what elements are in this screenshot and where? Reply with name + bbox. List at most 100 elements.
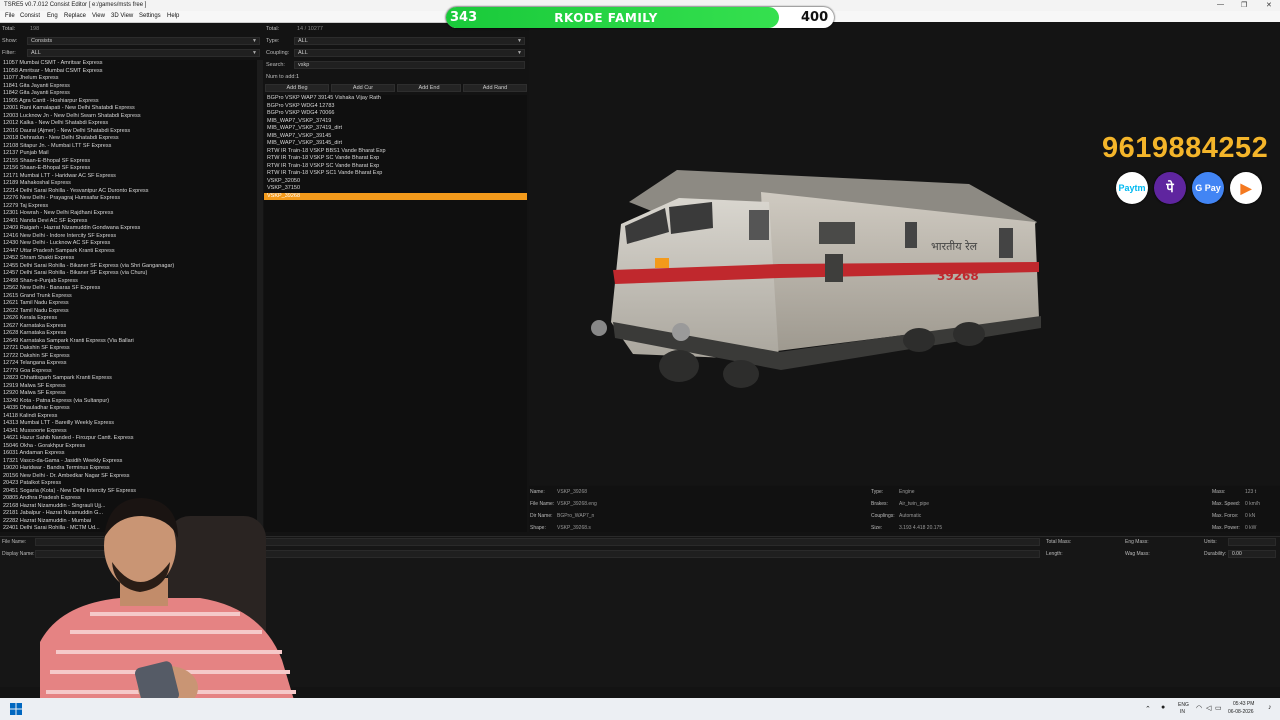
- consist-list-item[interactable]: 11077 Jhelum Express: [0, 75, 257, 83]
- consist-list-item[interactable]: 12823 Chhattisgarh Sampark Kranti Expres…: [0, 375, 257, 383]
- coupling-select[interactable]: ALL ▼: [294, 49, 525, 57]
- consist-list-item[interactable]: 12722 Dakshin SF Express: [0, 353, 257, 361]
- consist-list[interactable]: 11057 Mumbai CSMT - Amritsar Express 1105…: [0, 60, 257, 532]
- maximize-button[interactable]: ❐: [1241, 1, 1247, 9]
- consist-list-item[interactable]: 12155 Shaan-E-Bhopal SF Express: [0, 158, 257, 166]
- consist-list-item[interactable]: 12498 Shan-e-Punjab Express: [0, 278, 257, 286]
- filter-select[interactable]: ALL ▼: [27, 49, 260, 57]
- consist-list-item[interactable]: 12018 Dehradun - New Delhi Shatabdi Expr…: [0, 135, 257, 143]
- menu-eng[interactable]: Eng: [47, 13, 58, 19]
- menu-3d-view[interactable]: 3D View: [111, 13, 133, 19]
- engine-list-item[interactable]: MIB_WAP7_VSKP_39145_dirt: [264, 140, 527, 148]
- engine-list-item[interactable]: RTW IR Train-18 VSKP SC Vande Bharat Exp: [264, 163, 527, 171]
- engine-list-item[interactable]: RTW IR Train-18 VSKP BBS1 Vande Bharat E…: [264, 148, 527, 156]
- wifi-icon[interactable]: ◠: [1196, 704, 1202, 712]
- show-select[interactable]: Consists ▼: [27, 37, 260, 45]
- consist-list-scrollbar[interactable]: [257, 60, 263, 532]
- consist-list-item[interactable]: 13240 Kota - Patna Express (via Sultanpu…: [0, 398, 257, 406]
- consist-list-item[interactable]: 12562 New Delhi - Banaras SF Express: [0, 285, 257, 293]
- consist-list-item[interactable]: 12615 Grand Trunk Express: [0, 293, 257, 301]
- consist-list-item[interactable]: 14313 Mumbai LTT - Bareilly Weekly Expre…: [0, 420, 257, 428]
- type-select[interactable]: ALL ▼: [294, 37, 525, 45]
- engine-list-item[interactable]: VSKP_32050: [264, 178, 527, 186]
- engine-list-item[interactable]: BGPro VSKP WDG4 12783: [264, 103, 527, 111]
- consist-list-item[interactable]: 12628 Karnataka Express: [0, 330, 257, 338]
- engine-list-item[interactable]: MIB_WAP7_VSKP_37419: [264, 118, 527, 126]
- consist-list-item[interactable]: 14118 Kalindi Express: [0, 413, 257, 421]
- consist-list-item[interactable]: 12455 Delhi Sarai Rohilla - Bikaner SF E…: [0, 263, 257, 271]
- consist-list-item[interactable]: 12016 Daurai (Ajmer) - New Delhi Shatabd…: [0, 128, 257, 136]
- consist-list-item[interactable]: 20156 New Delhi - Dr. Ambedkar Nagar SF …: [0, 473, 257, 481]
- volume-icon[interactable]: ◁: [1206, 704, 1211, 712]
- add-beg-button[interactable]: Add Beg: [265, 84, 329, 92]
- consist-list-item[interactable]: 12627 Karnataka Express: [0, 323, 257, 331]
- consist-list-item[interactable]: 12276 New Delhi - Prayagraj Humsafar Exp…: [0, 195, 257, 203]
- engine-list[interactable]: BGPro VSKP WAP7 39145 Vishaka Vijay Rath…: [264, 95, 527, 532]
- durability-field[interactable]: 0.00: [1228, 550, 1276, 558]
- clock-date[interactable]: 06-08-2026: [1228, 709, 1254, 715]
- consist-list-item[interactable]: 17321 Vasco-da-Gama - Jasidih Weekly Exp…: [0, 458, 257, 466]
- consist-list-item[interactable]: 12919 Malwa SF Express: [0, 383, 257, 391]
- close-button[interactable]: ✕: [1266, 1, 1272, 9]
- consist-list-item[interactable]: 15046 Okha - Gorakhpur Express: [0, 443, 257, 451]
- consist-list-item[interactable]: 12724 Telangana Express: [0, 360, 257, 368]
- consist-list-item[interactable]: 12626 Kerala Express: [0, 315, 257, 323]
- add-rand-button[interactable]: Add Rand: [463, 84, 527, 92]
- consist-list-item[interactable]: 12779 Goa Express: [0, 368, 257, 376]
- menu-view[interactable]: View: [92, 13, 105, 19]
- consist-list-item[interactable]: 12920 Malwa SF Express: [0, 390, 257, 398]
- consist-list-item[interactable]: 12156 Shaan-E-Bhopal SF Express: [0, 165, 257, 173]
- consist-list-item[interactable]: 12649 Karnataka Sampark Kranti Express (…: [0, 338, 257, 346]
- consist-list-item[interactable]: 12401 Nanda Devi AC SF Express: [0, 218, 257, 226]
- consist-list-item[interactable]: 12409 Raigarh - Hazrat Nizamuddin Gondwa…: [0, 225, 257, 233]
- battery-icon[interactable]: ▭: [1215, 704, 1222, 712]
- engine-list-item[interactable]: RTW IR Train-18 VSKP SC1 Vande Bharat Ex…: [264, 170, 527, 178]
- engine-list-item[interactable]: VSKP_37150: [264, 185, 527, 193]
- consist-list-item[interactable]: 14621 Hazur Sahib Nanded - Firozpur Cant…: [0, 435, 257, 443]
- consist-list-item[interactable]: 11842 Gita Jayanti Express: [0, 90, 257, 98]
- consist-list-item[interactable]: 11905 Agra Cantt - Hoshiarpur Express: [0, 98, 257, 106]
- consist-list-item[interactable]: 19020 Haridwar - Bandra Terminus Express: [0, 465, 257, 473]
- microphone-icon[interactable]: ●: [1161, 704, 1165, 711]
- engine-list-item[interactable]: BGPro VSKP WDG4 70066: [264, 110, 527, 118]
- consist-list-item[interactable]: 12416 New Delhi - Indore Intercity SF Ex…: [0, 233, 257, 241]
- menu-replace[interactable]: Replace: [64, 13, 86, 19]
- consist-list-item[interactable]: 14341 Mussoorie Express: [0, 428, 257, 436]
- chevron-up-icon[interactable]: ⌃: [1145, 705, 1151, 713]
- windows-start-icon[interactable]: [10, 703, 22, 715]
- consist-list-item[interactable]: 12171 Mumbai LTT - Haridwar AC SF Expres…: [0, 173, 257, 181]
- consist-list-item[interactable]: 12447 Uttar Pradesh Sampark Kranti Expre…: [0, 248, 257, 256]
- consist-list-item[interactable]: 12430 New Delhi - Lucknow AC SF Express: [0, 240, 257, 248]
- menu-help[interactable]: Help: [167, 13, 179, 19]
- menu-settings[interactable]: Settings: [139, 13, 161, 19]
- 3d-viewport[interactable]: 39268 भारतीय रेल: [529, 22, 1280, 485]
- search-input[interactable]: vskp: [294, 61, 525, 69]
- consist-list-item[interactable]: 12452 Shram Shakti Express: [0, 255, 257, 263]
- num-add-input[interactable]: 1: [296, 74, 299, 80]
- consist-list-item[interactable]: 12012 Kalka - New Delhi Shatabdi Express: [0, 120, 257, 128]
- consist-list-item[interactable]: 11841 Gita Jayanti Express: [0, 83, 257, 91]
- consist-list-item[interactable]: 12108 Sitapur Jn. - Mumbai LTT SF Expres…: [0, 143, 257, 151]
- menu-consist[interactable]: Consist: [20, 13, 40, 19]
- consist-list-item[interactable]: 12622 Tamil Nadu Express: [0, 308, 257, 316]
- consist-list-item[interactable]: 20423 Patalkot Express: [0, 480, 257, 488]
- consist-list-item[interactable]: 12137 Punjab Mail: [0, 150, 257, 158]
- clock-time[interactable]: 05:43 PM: [1233, 701, 1254, 707]
- consist-list-item[interactable]: 12003 Lucknow Jn - New Delhi Swarn Shata…: [0, 113, 257, 121]
- consist-list-item[interactable]: 12214 Delhi Sarai Rohilla - Yesvantpur A…: [0, 188, 257, 196]
- consist-list-item[interactable]: 12301 Howrah - New Delhi Rajdhani Expres…: [0, 210, 257, 218]
- minimize-button[interactable]: —: [1217, 1, 1224, 8]
- units-field[interactable]: [1228, 538, 1276, 546]
- consist-list-item[interactable]: 16031 Andaman Express: [0, 450, 257, 458]
- engine-list-item[interactable]: RTW IR Train-18 VSKP SC Vande Bharat Exp: [264, 155, 527, 163]
- consist-list-item[interactable]: 12001 Rani Kamalapati - New Delhi Shatab…: [0, 105, 257, 113]
- add-cur-button[interactable]: Add Cur: [331, 84, 395, 92]
- consist-list-item[interactable]: 12721 Dakshin SF Express: [0, 345, 257, 353]
- consist-list-item[interactable]: 14035 Dhauladhar Express: [0, 405, 257, 413]
- consist-list-item[interactable]: 12279 Taj Express: [0, 203, 257, 211]
- engine-list-item-selected[interactable]: VSKP_39268: [264, 192, 527, 200]
- consist-list-item[interactable]: 12457 Delhi Sarai Rohilla - Bikaner SF E…: [0, 270, 257, 278]
- engine-list-item[interactable]: MIB_WAP7_VSKP_37419_dirt: [264, 125, 527, 133]
- consist-list-item[interactable]: 12621 Tamil Nadu Express: [0, 300, 257, 308]
- consist-list-item[interactable]: 11058 Amritsar - Mumbai CSMT Express: [0, 68, 257, 76]
